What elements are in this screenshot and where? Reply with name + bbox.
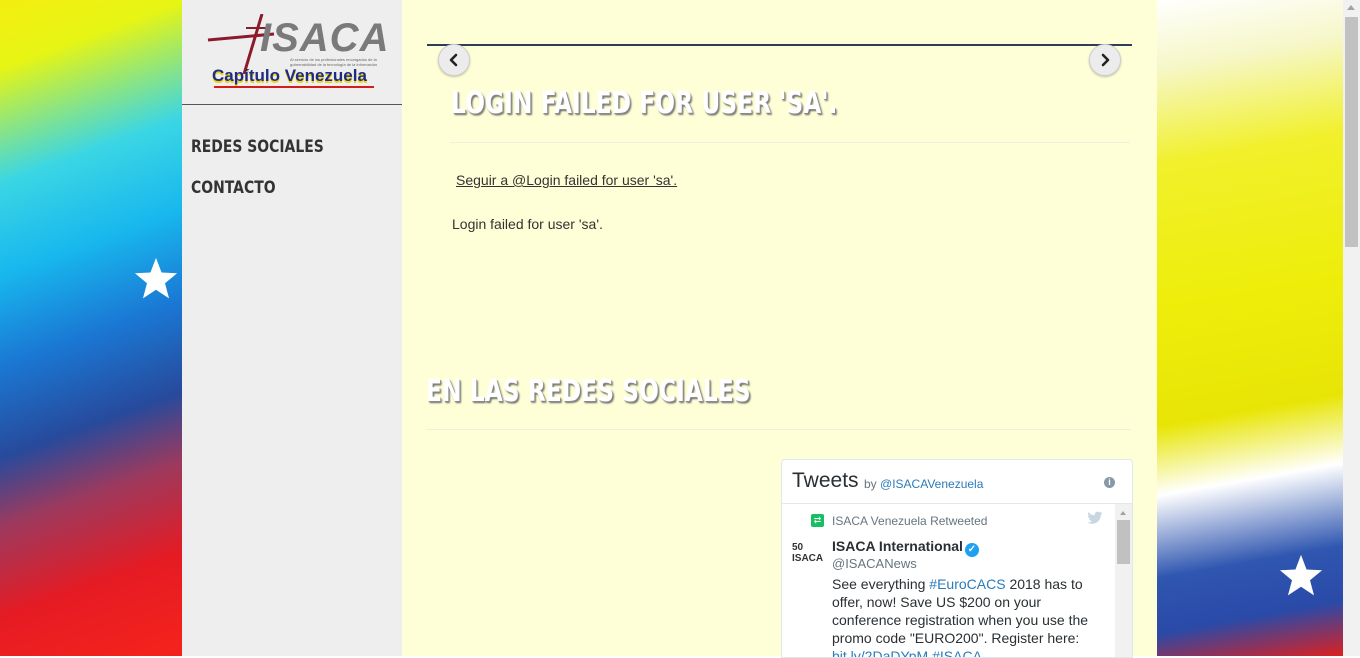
top-rule bbox=[427, 44, 1132, 46]
byline-label: by bbox=[864, 477, 877, 491]
nav-item-redes-sociales[interactable]: Redes Sociales bbox=[191, 136, 324, 158]
tweet-link[interactable]: bit.ly/2DaDYpM bbox=[832, 648, 928, 657]
avatar[interactable]: 50 ISACA bbox=[792, 542, 824, 564]
page-title: Login failed for user 'sa'. bbox=[451, 86, 838, 121]
logo-wordmark: ISACA bbox=[260, 16, 390, 60]
retweet-note: ISACA Venezuela Retweeted bbox=[832, 514, 988, 528]
body-text: Login failed for user 'sa'. bbox=[452, 216, 603, 232]
scrollbar-thumb[interactable] bbox=[1345, 17, 1358, 247]
logo-chapter: Capítulo Venezuela bbox=[212, 66, 367, 85]
prev-button[interactable] bbox=[438, 44, 470, 76]
twitter-timeline-widget[interactable]: Tweets by @ISACAVenezuela i ⇄ ISACA Vene… bbox=[781, 459, 1133, 658]
scroll-up-arrow-icon[interactable] bbox=[1347, 5, 1355, 10]
social-heading: En las redes sociales bbox=[426, 374, 751, 409]
divider bbox=[426, 429, 1131, 430]
twitter-bird-icon[interactable] bbox=[1087, 511, 1103, 525]
star-icon bbox=[1279, 554, 1323, 596]
hashtag-link[interactable]: #ISACA bbox=[932, 648, 982, 657]
tweet-text: See everything #EuroCACS 2018 has to off… bbox=[832, 575, 1107, 657]
divider bbox=[450, 142, 1130, 143]
twitter-widget-title: Tweets bbox=[792, 469, 859, 492]
twitter-account-link[interactable]: @ISACAVenezuela bbox=[880, 477, 983, 491]
star-icon bbox=[134, 257, 178, 299]
logo-underline bbox=[214, 86, 374, 88]
info-icon[interactable]: i bbox=[1104, 477, 1115, 488]
main-content: Login failed for user 'sa'. Seguir a @Lo… bbox=[402, 0, 1157, 658]
widget-scrollbar[interactable] bbox=[1115, 504, 1132, 657]
next-button[interactable] bbox=[1089, 44, 1121, 76]
tweet-text-part: See everything bbox=[832, 576, 930, 592]
twitter-widget-header: Tweets by @ISACAVenezuela i bbox=[782, 460, 1132, 504]
verified-icon: ✓ bbox=[964, 543, 979, 557]
hashtag-link[interactable]: #EuroCACS bbox=[929, 576, 1005, 592]
page-scrollbar[interactable] bbox=[1343, 0, 1360, 656]
sidebar-nav: Redes Sociales Contacto bbox=[191, 136, 353, 218]
nav-item-contacto[interactable]: Contacto bbox=[191, 177, 324, 199]
isaca-logo[interactable]: ISACA Al servicio de los profesionales e… bbox=[182, 0, 402, 105]
twitter-widget-byline: by @ISACAVenezuela bbox=[864, 477, 983, 491]
follow-link[interactable]: Seguir a @Login failed for user 'sa'. bbox=[456, 172, 677, 188]
sidebar: ISACA Al servicio de los profesionales e… bbox=[182, 0, 402, 656]
retweet-icon: ⇄ bbox=[811, 514, 824, 527]
author-name[interactable]: ISACA International bbox=[832, 538, 963, 554]
widget-scrollbar-thumb[interactable] bbox=[1117, 520, 1130, 564]
next-arrow-icon bbox=[1101, 53, 1110, 67]
tweet-author[interactable]: ISACA International ✓ bbox=[832, 538, 979, 557]
tweet-handle[interactable]: @ISACANews bbox=[832, 556, 917, 571]
scroll-up-arrow-icon[interactable] bbox=[1120, 511, 1126, 515]
prev-arrow-icon bbox=[449, 53, 458, 67]
